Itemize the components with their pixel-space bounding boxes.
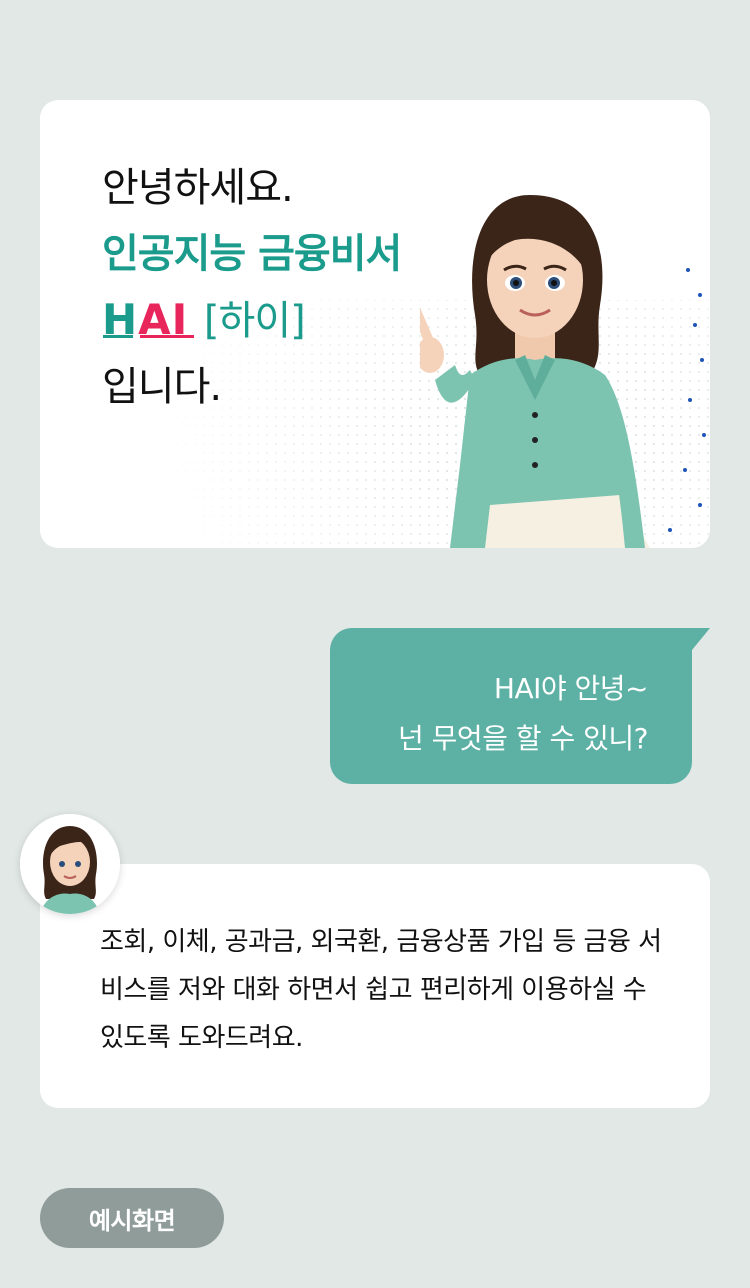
intro-card: 안녕하세요. 인공지능 금융비서 HAI [하이] 입니다. (40, 100, 710, 548)
user-message-text: HAI야 안녕~ 넌 무엇을 할 수 있니? (397, 672, 649, 755)
example-screen-button[interactable]: 예시화면 (40, 1188, 224, 1248)
assistant-message-bubble: 조회, 이체, 공과금, 외국환, 금융상품 가입 등 금융 서비스를 저와 대… (40, 864, 710, 1108)
pronunciation-text: [하이] (203, 298, 306, 344)
assistant-character-illustration (420, 195, 650, 548)
hai-logo: HAI (102, 295, 204, 344)
closing-line: 입니다. (102, 364, 222, 410)
greeting-line: 안녕하세요. (102, 165, 294, 211)
subtitle-line: 인공지능 금융비서 (102, 231, 402, 277)
assistant-avatar (20, 814, 120, 914)
hai-line: HAI [하이] (102, 287, 401, 354)
avatar-icon (20, 814, 120, 914)
intro-text: 안녕하세요. 인공지능 금융비서 HAI [하이] 입니다. (102, 155, 402, 420)
assistant-message-text: 조회, 이체, 공과금, 외국환, 금융상품 가입 등 금융 서비스를 저와 대… (100, 927, 662, 1053)
user-message-bubble: HAI야 안녕~ 넌 무엇을 할 수 있니? (330, 628, 710, 784)
